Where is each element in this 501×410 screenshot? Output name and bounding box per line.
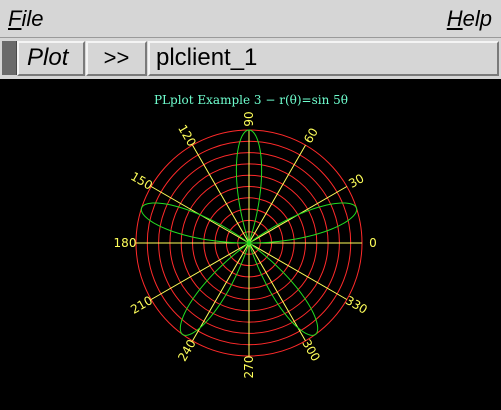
window-name-label: plclient_1	[148, 41, 499, 76]
menu-bar: File Help	[0, 0, 501, 38]
next-page-button[interactable]: >>	[86, 41, 147, 76]
file-menu-label: File	[8, 6, 44, 31]
file-menu[interactable]: File	[8, 5, 43, 33]
spoke-300	[248, 242, 306, 342]
polar-chart: PLplot Example 3 − r(θ)=sin 5θ 0 30 60 90 12…	[114, 93, 377, 379]
angle-label-270: 270	[242, 356, 256, 379]
angle-label-240: 240	[175, 337, 199, 364]
angle-label-330: 330	[343, 293, 370, 317]
angle-label-60: 60	[301, 125, 321, 145]
spoke-210	[150, 242, 250, 300]
angle-label-30: 30	[346, 171, 366, 191]
angle-label-180: 180	[114, 236, 137, 250]
plot-menu-button[interactable]: Plot	[17, 41, 85, 76]
angle-label-150: 150	[128, 169, 155, 193]
spoke-120	[192, 144, 250, 244]
angle-label-90: 90	[242, 111, 256, 126]
angle-label-300: 300	[299, 337, 323, 364]
plot-button-label: Plot	[27, 44, 69, 71]
angle-label-0: 0	[369, 236, 377, 250]
next-button-label: >>	[103, 45, 130, 70]
window-name-text: plclient_1	[156, 44, 258, 71]
chart-title: PLplot Example 3 − r(θ)=sin 5θ	[154, 93, 348, 107]
spoke-330	[248, 242, 348, 300]
help-menu-label: Help	[446, 6, 492, 31]
angle-label-120: 120	[175, 122, 199, 149]
spoke-240	[192, 242, 250, 342]
toolbar-grip-handle[interactable]	[2, 41, 17, 75]
angle-label-210: 210	[128, 293, 155, 317]
plot-canvas: PLplot Example 3 − r(θ)=sin 5θ 0 30 60 90 12…	[0, 79, 501, 410]
toolbar: Plot >> plclient_1	[0, 38, 501, 79]
spoke-60	[248, 144, 306, 244]
help-menu[interactable]: Help	[447, 5, 492, 33]
